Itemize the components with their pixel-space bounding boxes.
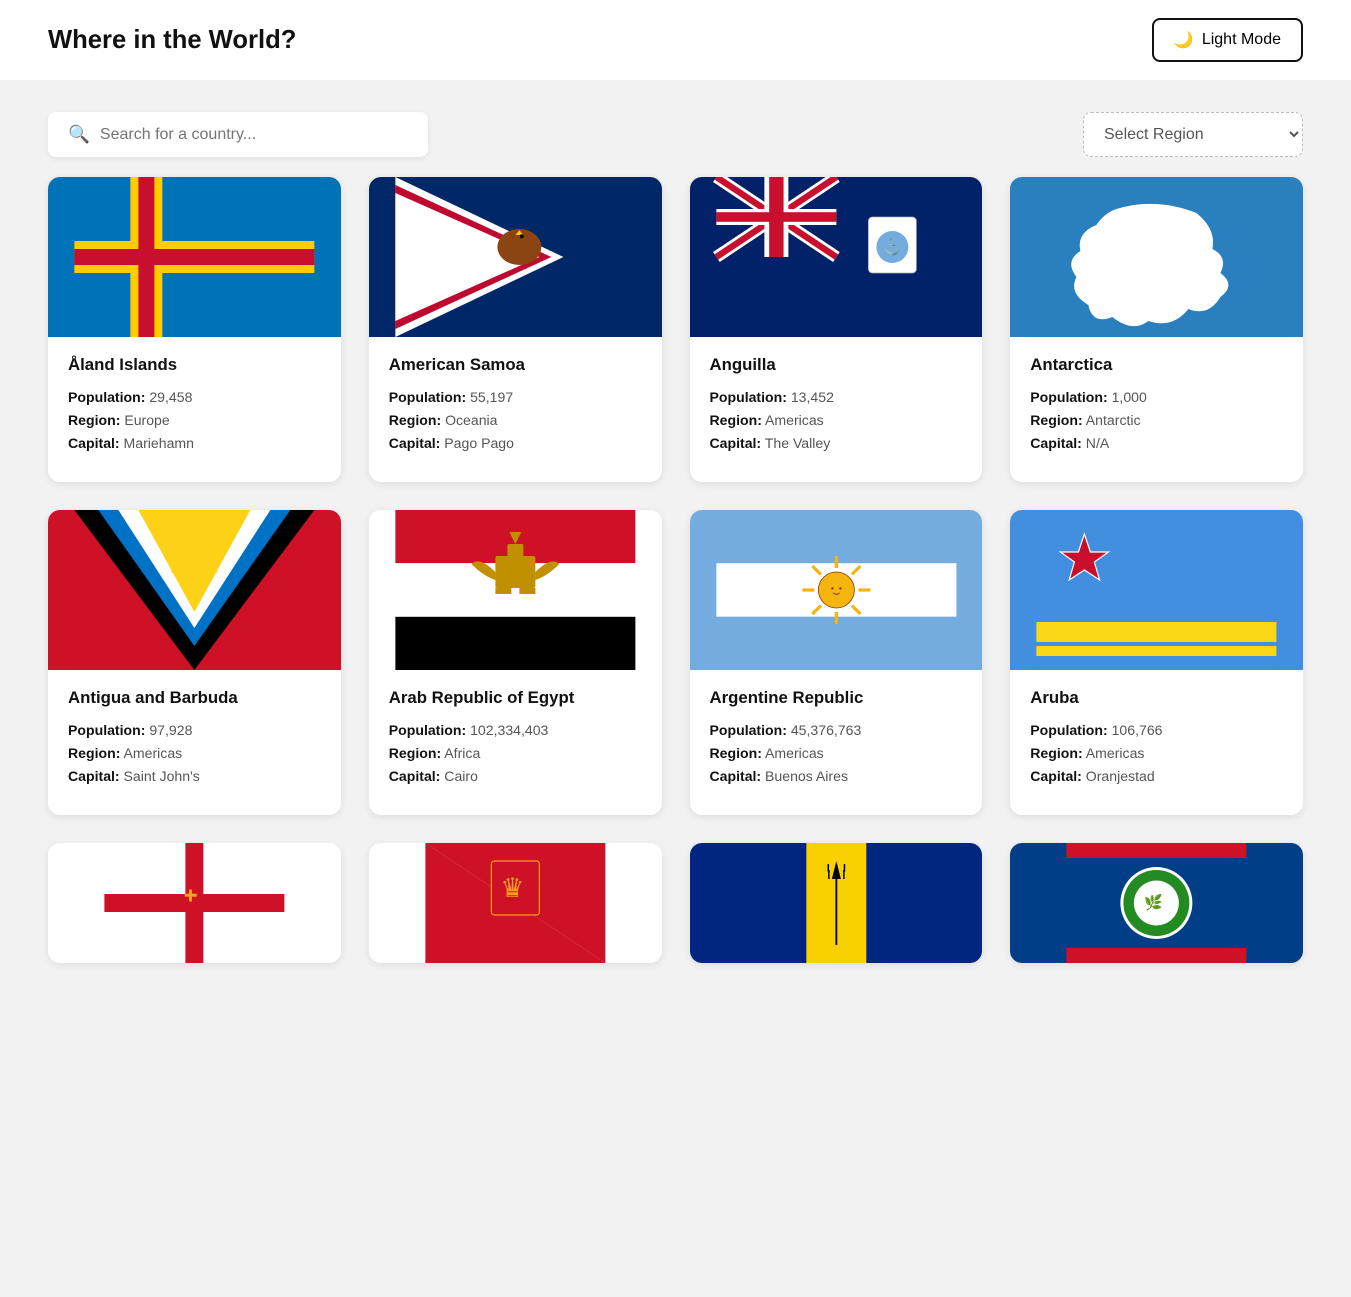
card-population: Population: 1,000 <box>1030 389 1283 405</box>
card-body-antigua: Antigua and Barbuda Population: 97,928 R… <box>48 670 341 815</box>
flag-asamoa <box>369 177 662 337</box>
card-capital: Capital: Mariehamn <box>68 435 321 451</box>
card-title: American Samoa <box>389 355 642 375</box>
card-body-argentina: Argentine Republic Population: 45,376,76… <box>690 670 983 815</box>
flag-aland <box>48 177 341 337</box>
card-capital: Capital: Pago Pago <box>389 435 642 451</box>
card-region: Region: Europe <box>68 412 321 428</box>
card-population: Population: 29,458 <box>68 389 321 405</box>
card-argentina[interactable]: Argentine Republic Population: 45,376,76… <box>690 510 983 815</box>
app-title: Where in the World? <box>48 26 296 55</box>
flag-antigua <box>48 510 341 670</box>
card-capital: Capital: Oranjestad <box>1030 768 1283 784</box>
card-population: Population: 102,334,403 <box>389 722 642 738</box>
card-population: Population: 45,376,763 <box>710 722 963 738</box>
card-title: Aruba <box>1030 688 1283 708</box>
flag-argentina <box>690 510 983 670</box>
card-population: Population: 13,452 <box>710 389 963 405</box>
card-body-aland: Åland Islands Population: 29,458 Region:… <box>48 337 341 482</box>
card-capital: Capital: The Valley <box>710 435 963 451</box>
card-anguilla[interactable]: ⚓ Anguilla Population: 13,452 Region: Am… <box>690 177 983 482</box>
card-title: Antarctica <box>1030 355 1283 375</box>
flag-antarctica <box>1010 177 1303 337</box>
moon-icon: 🌙 <box>1174 30 1194 50</box>
card-egypt[interactable]: Arab Republic of Egypt Population: 102,3… <box>369 510 662 815</box>
card-body-anguilla: Anguilla Population: 13,452 Region: Amer… <box>690 337 983 482</box>
card-capital: Capital: Cairo <box>389 768 642 784</box>
card-capital: Capital: Buenos Aires <box>710 768 963 784</box>
svg-text:🌿: 🌿 <box>1145 894 1164 912</box>
card-guernsey[interactable] <box>48 843 341 963</box>
card-body-asamoa: American Samoa Population: 55,197 Region… <box>369 337 662 482</box>
card-region: Region: Antarctic <box>1030 412 1283 428</box>
search-wrapper: 🔍 <box>48 112 428 157</box>
countries-grid: Åland Islands Population: 29,458 Region:… <box>0 177 1351 1003</box>
card-barbados[interactable] <box>690 843 983 963</box>
card-region: Region: Americas <box>710 412 963 428</box>
flag-barbados <box>690 843 983 963</box>
card-population: Population: 55,197 <box>389 389 642 405</box>
card-title: Åland Islands <box>68 355 321 375</box>
card-belize[interactable]: 🌿 <box>1010 843 1303 963</box>
card-population: Population: 106,766 <box>1030 722 1283 738</box>
card-region: Region: Americas <box>1030 745 1283 761</box>
card-title: Arab Republic of Egypt <box>389 688 642 708</box>
search-input[interactable] <box>100 126 408 144</box>
region-select[interactable]: Select Region Africa Americas Asia Europ… <box>1083 112 1303 157</box>
card-region: Region: Africa <box>389 745 642 761</box>
search-icon: 🔍 <box>68 124 90 145</box>
card-capital: Capital: N/A <box>1030 435 1283 451</box>
card-title: Argentine Republic <box>710 688 963 708</box>
card-title: Anguilla <box>710 355 963 375</box>
card-antigua[interactable]: Antigua and Barbuda Population: 97,928 R… <box>48 510 341 815</box>
card-aland[interactable]: Åland Islands Population: 29,458 Region:… <box>48 177 341 482</box>
flag-guernsey <box>48 843 341 963</box>
card-region: Region: Americas <box>710 745 963 761</box>
light-mode-button[interactable]: 🌙 Light Mode <box>1152 18 1303 62</box>
light-mode-label: Light Mode <box>1202 31 1281 49</box>
card-body-egypt: Arab Republic of Egypt Population: 102,3… <box>369 670 662 815</box>
card-jersey[interactable]: ♛ <box>369 843 662 963</box>
flag-jersey: ♛ <box>369 843 662 963</box>
card-aruba[interactable]: Aruba Population: 106,766 Region: Americ… <box>1010 510 1303 815</box>
card-capital: Capital: Saint John's <box>68 768 321 784</box>
card-body-aruba: Aruba Population: 106,766 Region: Americ… <box>1010 670 1303 815</box>
card-antarctica[interactable]: Antarctica Population: 1,000 Region: Ant… <box>1010 177 1303 482</box>
card-region: Region: Americas <box>68 745 321 761</box>
card-region: Region: Oceania <box>389 412 642 428</box>
flag-anguilla: ⚓ <box>690 177 983 337</box>
svg-text:♛: ♛ <box>500 873 524 903</box>
flag-aruba <box>1010 510 1303 670</box>
flag-belize: 🌿 <box>1010 843 1303 963</box>
card-body-antarctica: Antarctica Population: 1,000 Region: Ant… <box>1010 337 1303 482</box>
card-title: Antigua and Barbuda <box>68 688 321 708</box>
svg-text:⚓: ⚓ <box>882 237 902 256</box>
flag-egypt <box>369 510 662 670</box>
card-asamoa[interactable]: American Samoa Population: 55,197 Region… <box>369 177 662 482</box>
controls-bar: 🔍 Select Region Africa Americas Asia Eur… <box>0 80 1351 177</box>
card-population: Population: 97,928 <box>68 722 321 738</box>
